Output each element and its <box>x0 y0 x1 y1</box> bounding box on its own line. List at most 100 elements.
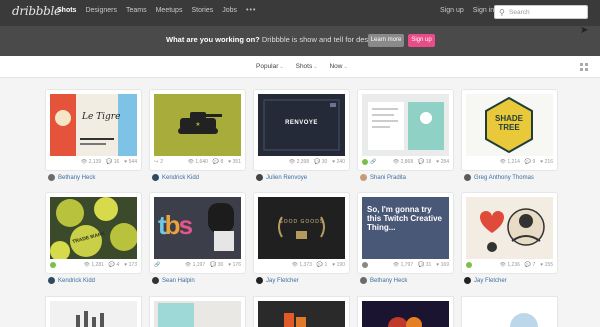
shot-card[interactable]: Le Tigre 👁 2,139 💬 16 ♥ 544 <box>46 90 141 170</box>
author-name[interactable]: Bethany Heck <box>370 278 407 284</box>
filter-now[interactable]: Now⌄ <box>329 63 347 70</box>
shot-thumbnail[interactable]: ★ <box>154 94 241 156</box>
shot-card[interactable] <box>462 297 557 327</box>
shot-stats: 👁 2,398 💬 30 ♥ 240 <box>258 159 345 167</box>
likes-count: ♥ 176 <box>228 262 241 268</box>
shot-thumbnail[interactable] <box>46 297 141 327</box>
comments-count: 💬 30 <box>210 262 224 268</box>
shot-author[interactable]: Kendrick Kidd <box>48 277 95 284</box>
filter-popular[interactable]: Popular⌄ <box>256 63 284 70</box>
comments-count: 💬 4 <box>108 262 120 268</box>
shot-author[interactable]: Greg Anthony Thomas <box>464 174 534 181</box>
filter-bar: Popular⌄ Shots⌄ Now⌄ <box>0 56 600 78</box>
shot-thumbnail[interactable] <box>254 297 349 327</box>
shot-author[interactable]: Julien Renvoye <box>256 174 307 181</box>
shot-card[interactable]: RENVOYE 👁 2,398 💬 30 ♥ 240 <box>254 90 349 170</box>
shot-thumbnail[interactable]: SHADE TREE <box>466 94 553 156</box>
author-name[interactable]: Jay Fletcher <box>474 278 507 284</box>
filter-shots[interactable]: Shots⌄ <box>296 63 318 70</box>
author-name[interactable]: Kendrick Kidd <box>162 175 199 181</box>
author-name[interactable]: Sean Halpin <box>162 278 195 284</box>
chevron-down-icon: ⌄ <box>313 64 318 70</box>
shot-thumbnail[interactable]: So, I'm gonna try this Twitch Creative T… <box>362 197 449 259</box>
shot-card[interactable] <box>254 297 349 327</box>
shot-thumbnail[interactable]: GOOD GOODS <box>258 197 345 259</box>
more-menu-icon[interactable]: ••• <box>246 7 256 14</box>
avatar <box>256 174 263 181</box>
shot-thumbnail[interactable] <box>362 94 449 156</box>
nav-teams[interactable]: Teams <box>126 7 147 14</box>
shot-card[interactable]: 🔗 👁 2,868 💬 18 ♥ 284 <box>358 90 453 170</box>
shot-thumbnail[interactable] <box>150 297 245 327</box>
shot-thumbnail[interactable]: RENVOYE <box>258 94 345 156</box>
shot-stats: 👁 1,373 💬 1 ♥ 190 <box>258 262 345 270</box>
author-name[interactable]: Greg Anthony Thomas <box>474 175 534 181</box>
dribbble-logo[interactable]: dribbble <box>12 4 61 18</box>
shot-thumbnail[interactable]: TRADE MARK <box>50 197 137 259</box>
avatar <box>256 277 263 284</box>
comments-count: 💬 16 <box>106 159 120 165</box>
shot-card[interactable]: SHADE TREE 👁 1,214 💬 9 ♥ 216 <box>462 90 557 170</box>
shot-card[interactable]: ★ ↪ 2 👁 1,640 💬 8 ♥ 351 <box>150 90 245 170</box>
shot-card[interactable]: GOOD GOODS 👁 1,373 💬 1 ♥ 190 <box>254 193 349 273</box>
avatar <box>362 262 368 268</box>
main-nav-links: Shots Designers Teams Meetups Stories Jo… <box>57 7 256 14</box>
shot-author[interactable]: Shani Pradita <box>360 174 406 181</box>
likes-count: ♥ 544 <box>124 159 137 165</box>
shot-author[interactable]: Jay Fletcher <box>464 277 507 284</box>
top-nav: dribbble Shots Designers Teams Meetups S… <box>0 0 600 26</box>
shot-title-text: SHADE TREE <box>494 114 523 132</box>
shot-thumbnail[interactable] <box>462 297 557 327</box>
shot-stats: 🔗 👁 1,197 💬 30 ♥ 176 <box>154 262 241 270</box>
nav-stories[interactable]: Stories <box>191 7 213 14</box>
likes-count: ♥ 240 <box>332 159 345 165</box>
shot-card[interactable]: So, I'm gonna try this Twitch Creative T… <box>358 193 453 273</box>
search-icon: ⚲ <box>499 8 505 17</box>
author-name[interactable]: Shani Pradita <box>370 175 406 181</box>
banner-sign-up-button[interactable]: Sign up <box>408 34 435 47</box>
comments-count: 💬 30 <box>314 159 328 165</box>
shot-title-text: GOOD GOODS <box>278 219 325 225</box>
shot-card[interactable] <box>358 297 453 327</box>
nav-shots[interactable]: Shots <box>57 7 76 14</box>
learn-more-button[interactable]: Learn more <box>368 34 404 47</box>
nav-sign-in[interactable]: Sign in <box>473 7 494 14</box>
team-badge-icon <box>362 159 368 165</box>
nav-sign-up[interactable]: Sign up <box>440 7 464 14</box>
shot-card[interactable] <box>46 297 141 327</box>
author-name[interactable]: Bethany Heck <box>58 175 95 181</box>
shot-author[interactable]: Bethany Heck <box>360 277 407 284</box>
views-count: 👁 2,398 <box>288 159 310 165</box>
grid-view-icon[interactable] <box>580 63 588 71</box>
author-name[interactable]: Jay Fletcher <box>266 278 299 284</box>
nav-meetups[interactable]: Meetups <box>156 7 183 14</box>
shot-card[interactable] <box>150 297 245 327</box>
shot-card[interactable]: TRADE MARK 👁 1,281 💬 4 ♥ 173 <box>46 193 141 273</box>
filter-dropdowns: Popular⌄ Shots⌄ Now⌄ <box>256 63 348 70</box>
views-count: 👁 1,197 <box>184 262 206 268</box>
avatar <box>48 277 55 284</box>
shot-author[interactable]: Kendrick Kidd <box>152 174 199 181</box>
search-input[interactable]: ⚲ Search <box>494 5 588 19</box>
shot-thumbnail[interactable]: Le Tigre <box>50 94 137 156</box>
shot-thumbnail[interactable] <box>466 197 553 259</box>
shot-author[interactable]: Sean Halpin <box>152 277 195 284</box>
nav-designers[interactable]: Designers <box>85 7 117 14</box>
shot-author[interactable]: Bethany Heck <box>48 174 95 181</box>
attachment-icon: 🔗 <box>154 262 161 268</box>
likes-count: ♥ 173 <box>124 262 137 268</box>
shot-stats: 👁 1,214 💬 9 ♥ 216 <box>466 159 553 167</box>
nav-jobs[interactable]: Jobs <box>222 7 237 14</box>
chevron-down-icon: ⌄ <box>343 64 348 70</box>
shot-thumbnail[interactable] <box>358 297 453 327</box>
shot-author[interactable]: Jay Fletcher <box>256 277 299 284</box>
likes-count: ♥ 216 <box>540 159 553 165</box>
shot-card[interactable]: 👁 1,236 💬 7 ♥ 155 <box>462 193 557 273</box>
shot-card[interactable]: tbstbs 🔗 👁 1,197 💬 30 ♥ 176 <box>150 193 245 273</box>
banner-question: What are you working on? <box>166 35 260 44</box>
author-name[interactable]: Kendrick Kidd <box>58 278 95 284</box>
comments-count: 💬 7 <box>524 262 536 268</box>
team-badge-icon <box>466 262 472 268</box>
shot-thumbnail[interactable]: tbstbs <box>154 197 241 259</box>
author-name[interactable]: Julien Renvoye <box>266 175 307 181</box>
